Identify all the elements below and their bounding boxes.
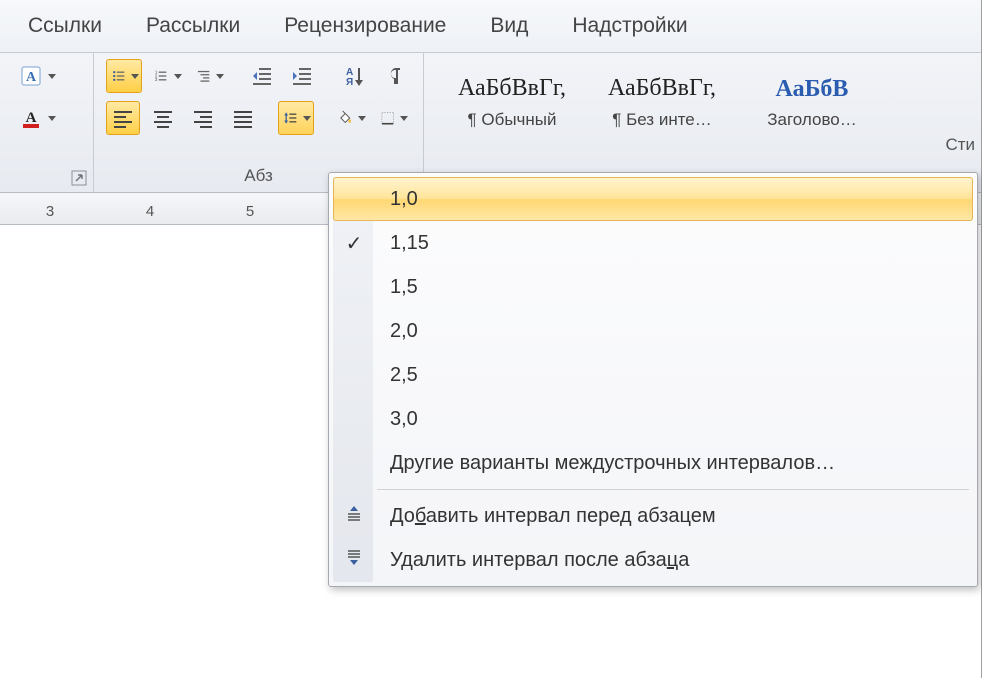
- line-spacing-option-1-15[interactable]: ✓ 1,15: [333, 221, 973, 265]
- decrease-indent-icon: [250, 64, 274, 88]
- style-preview: АаБбВвГг,: [443, 66, 581, 110]
- style-name: Заголово…: [743, 110, 881, 130]
- remove-space-after-paragraph[interactable]: Удалить интервал после абзаца: [333, 538, 973, 582]
- multilevel-list-button[interactable]: [191, 59, 227, 93]
- line-spacing-option-2-5[interactable]: 2,5: [333, 353, 973, 397]
- sort-button[interactable]: AЯ: [337, 59, 371, 93]
- pilcrow-icon: [382, 64, 406, 88]
- increase-indent-button[interactable]: [285, 59, 319, 93]
- style-preview: АаБбВвГг,: [593, 66, 731, 110]
- dropdown-arrow-icon: [400, 116, 408, 121]
- line-spacing-icon: [283, 106, 298, 130]
- align-right-icon: [191, 106, 215, 130]
- ruler-number: 5: [246, 203, 254, 220]
- borders-icon: [380, 106, 395, 130]
- group-font: A A: [0, 53, 94, 192]
- style-no-spacing[interactable]: АаБбВвГг, ¶ Без инте…: [592, 63, 732, 133]
- style-name: ¶ Без инте…: [593, 110, 731, 130]
- style-heading1[interactable]: АаБбВ Заголово…: [742, 63, 882, 133]
- svg-text:A: A: [26, 70, 37, 85]
- justify-button[interactable]: [226, 101, 260, 135]
- svg-text:3: 3: [155, 77, 158, 82]
- tab-references[interactable]: Ссылки: [28, 14, 102, 38]
- ruler-number: 4: [146, 203, 154, 220]
- menu-item-label: 1,0: [374, 188, 418, 211]
- dropdown-arrow-icon: [174, 74, 182, 79]
- font-color-button[interactable]: A: [14, 101, 61, 135]
- dropdown-arrow-icon: [303, 116, 311, 121]
- show-marks-button[interactable]: [377, 59, 411, 93]
- line-spacing-option-1-5[interactable]: 1,5: [333, 265, 973, 309]
- align-center-button[interactable]: [146, 101, 180, 135]
- style-gallery[interactable]: АаБбВвГг, ¶ Обычный АаБбВвГг, ¶ Без инте…: [442, 59, 981, 133]
- line-spacing-menu: 1,0 ✓ 1,15 1,5 2,0 2,5 3,0 Другие вариан…: [328, 172, 978, 587]
- shading-button[interactable]: [332, 101, 368, 135]
- style-preview: АаБбВ: [743, 66, 881, 110]
- menu-item-label: 2,0: [374, 320, 418, 343]
- decrease-indent-button[interactable]: [245, 59, 279, 93]
- font-dialog-launcher[interactable]: [71, 170, 87, 186]
- text-effects-icon: A: [19, 64, 43, 88]
- line-spacing-other-options[interactable]: Другие варианты междустрочных интервалов…: [333, 441, 973, 485]
- dropdown-arrow-icon: [48, 74, 56, 79]
- font-color-icon: A: [19, 106, 43, 130]
- tab-mailings[interactable]: Рассылки: [146, 14, 240, 38]
- menu-item-label: 1,5: [374, 276, 418, 299]
- numbering-button[interactable]: 123: [148, 59, 184, 93]
- group-font-label: [14, 164, 83, 192]
- line-spacing-option-2[interactable]: 2,0: [333, 309, 973, 353]
- menu-item-label: Другие варианты междустрочных интервалов…: [374, 452, 835, 475]
- ribbon-tabs: Ссылки Рассылки Рецензирование Вид Надст…: [0, 0, 981, 53]
- numbering-icon: 123: [153, 64, 168, 88]
- increase-indent-icon: [290, 64, 314, 88]
- add-space-before-icon: [334, 504, 374, 528]
- justify-icon: [231, 106, 255, 130]
- menu-item-label: Добавить интервал перед абзацем: [374, 505, 716, 528]
- launcher-icon: [71, 169, 87, 187]
- sort-icon: AЯ: [342, 64, 366, 88]
- line-spacing-option-3[interactable]: 3,0: [333, 397, 973, 441]
- align-center-icon: [151, 106, 175, 130]
- align-left-button[interactable]: [106, 101, 140, 135]
- bullets-button[interactable]: [106, 59, 142, 93]
- dropdown-arrow-icon: [358, 116, 366, 121]
- checkmark-icon: ✓: [334, 231, 374, 256]
- multilevel-list-icon: [196, 64, 211, 88]
- bullets-icon: [111, 64, 126, 88]
- ruler-number: 3: [46, 203, 54, 220]
- dropdown-arrow-icon: [131, 74, 139, 79]
- menu-item-label: 3,0: [374, 408, 418, 431]
- align-left-icon: [111, 106, 135, 130]
- add-space-before-paragraph[interactable]: Добавить интервал перед абзацем: [333, 494, 973, 538]
- tab-addins[interactable]: Надстройки: [572, 14, 687, 38]
- tab-view[interactable]: Вид: [490, 14, 528, 38]
- svg-text:A: A: [26, 110, 37, 126]
- menu-item-label: 1,15: [374, 232, 429, 255]
- remove-space-after-icon: [334, 548, 374, 572]
- text-effects-button[interactable]: A: [14, 59, 61, 93]
- menu-item-label: 2,5: [374, 364, 418, 387]
- style-normal[interactable]: АаБбВвГг, ¶ Обычный: [442, 63, 582, 133]
- dropdown-arrow-icon: [48, 116, 56, 121]
- style-name: ¶ Обычный: [443, 110, 581, 130]
- borders-button[interactable]: [375, 101, 411, 135]
- menu-item-label: Удалить интервал после абзаца: [374, 549, 689, 572]
- svg-text:Я: Я: [346, 77, 353, 88]
- align-right-button[interactable]: [186, 101, 220, 135]
- paint-bucket-icon: [337, 106, 352, 130]
- line-spacing-option-1[interactable]: 1,0: [333, 177, 973, 221]
- tab-review[interactable]: Рецензирование: [284, 14, 446, 38]
- group-styles-label: Сти: [442, 133, 981, 161]
- menu-separator: [377, 489, 969, 490]
- line-spacing-button[interactable]: [278, 101, 314, 135]
- dropdown-arrow-icon: [216, 74, 224, 79]
